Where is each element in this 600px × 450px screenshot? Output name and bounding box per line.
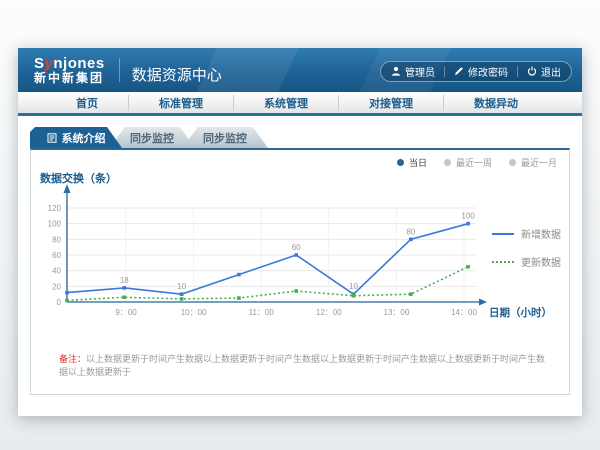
legend-label: 更新数据 (521, 254, 561, 269)
radio-dot-icon (397, 159, 404, 166)
chart-panel: 0 20 40 60 80 100 120 9：00 10：00 11：00 12：00 13：00 1… (30, 148, 570, 395)
pill-divider (517, 66, 518, 77)
tab-sync-monitor-2[interactable]: 同步监控 (182, 127, 268, 148)
svg-text:40: 40 (52, 267, 61, 276)
svg-text:11：00: 11：00 (249, 308, 275, 317)
tab-label: 同步监控 (203, 130, 247, 146)
user-toolbar: 管理员 修改密码 退出 (380, 61, 572, 82)
current-user-label: 管理员 (405, 64, 435, 79)
logout-label: 退出 (541, 64, 561, 79)
pencil-icon (454, 66, 464, 76)
dotted-line-swatch-icon (492, 261, 514, 263)
footnote-text: 以上数据更新于时间产生数据以上数据更新于时间产生数据以上数据更新于时间产生数据以… (59, 354, 545, 377)
pill-divider (444, 66, 445, 77)
svg-text:14：00: 14：00 (451, 308, 477, 317)
svg-text:60: 60 (292, 243, 301, 252)
period-label: 最近一月 (521, 156, 557, 169)
svg-text:20: 20 (52, 282, 61, 291)
current-user-button[interactable]: 管理员 (391, 64, 435, 79)
svg-text:日期（小时）: 日期（小时） (489, 306, 552, 319)
main-nav: 首页 标准管理 系统管理 对接管理 数据异动 (18, 92, 582, 113)
tab-label: 系统介绍 (62, 130, 106, 146)
svg-text:100: 100 (461, 212, 475, 221)
logo-company-name: 新中新集团 (34, 72, 105, 85)
svg-text:10：00: 10：00 (181, 308, 207, 317)
legend-item-update-data[interactable]: 更新数据 (492, 254, 561, 269)
tab-system-intro[interactable]: 系统介绍 (30, 127, 122, 148)
logout-button[interactable]: 退出 (527, 64, 561, 79)
tab-sync-monitor-1[interactable]: 同步监控 (109, 127, 195, 148)
nav-item-data-change[interactable]: 数据异动 (443, 95, 548, 111)
nav-underline (18, 113, 582, 116)
y-axis-title: 数据交换（条） (40, 170, 117, 186)
chart-legend: 新增数据 更新数据 (492, 226, 561, 282)
svg-text:120: 120 (48, 204, 62, 213)
legend-item-new-data[interactable]: 新增数据 (492, 226, 561, 241)
svg-text:80: 80 (406, 227, 415, 236)
page-title: 数据资源中心 (132, 64, 222, 85)
radio-dot-icon (444, 159, 451, 166)
svg-text:12：00: 12：00 (316, 308, 342, 317)
svg-text:10: 10 (177, 282, 186, 291)
period-label: 最近一周 (456, 156, 492, 169)
change-password-button[interactable]: 修改密码 (454, 64, 508, 79)
tab-label: 同步监控 (130, 130, 174, 146)
period-option-last-month[interactable]: 最近一月 (509, 156, 557, 169)
logo-wordmark: Synjones (34, 56, 105, 72)
period-option-last-week[interactable]: 最近一周 (444, 156, 492, 169)
power-icon (527, 66, 537, 76)
nav-item-standard-mgmt[interactable]: 标准管理 (128, 95, 233, 111)
legend-label: 新增数据 (521, 226, 561, 241)
footnote: 备注：以上数据更新于时间产生数据以上数据更新于时间产生数据以上数据更新于时间产生… (59, 353, 554, 378)
nav-item-system-mgmt[interactable]: 系统管理 (233, 95, 338, 111)
person-icon (391, 66, 401, 76)
tab-bar: 系统介绍 同步监控 同步监控 (30, 127, 268, 148)
period-filter: 当日 最近一周 最近一月 (397, 156, 557, 169)
footnote-label: 备注： (59, 354, 86, 364)
svg-text:13：00: 13：00 (384, 308, 410, 317)
synjones-logo: Synjones 新中新集团 (34, 56, 105, 84)
solid-line-swatch-icon (492, 233, 514, 235)
nav-item-home[interactable]: 首页 (46, 95, 128, 111)
svg-text:9：00: 9：00 (115, 308, 137, 317)
document-icon (47, 133, 57, 143)
app-window: Synjones 新中新集团 数据资源中心 管理员 修改密码 退出 首页 标准管… (18, 48, 582, 416)
header-divider (119, 58, 120, 82)
period-option-today[interactable]: 当日 (397, 156, 427, 169)
change-password-label: 修改密码 (468, 64, 508, 79)
period-label: 当日 (409, 156, 427, 169)
radio-dot-icon (509, 159, 516, 166)
svg-text:100: 100 (48, 220, 62, 229)
nav-item-interface-mgmt[interactable]: 对接管理 (338, 95, 443, 111)
app-header: Synjones 新中新集团 数据资源中心 管理员 修改密码 退出 (18, 48, 582, 92)
svg-text:60: 60 (52, 251, 61, 260)
svg-text:0: 0 (57, 298, 62, 307)
svg-text:18: 18 (120, 276, 129, 285)
svg-text:80: 80 (52, 235, 61, 244)
svg-text:10: 10 (349, 282, 358, 291)
